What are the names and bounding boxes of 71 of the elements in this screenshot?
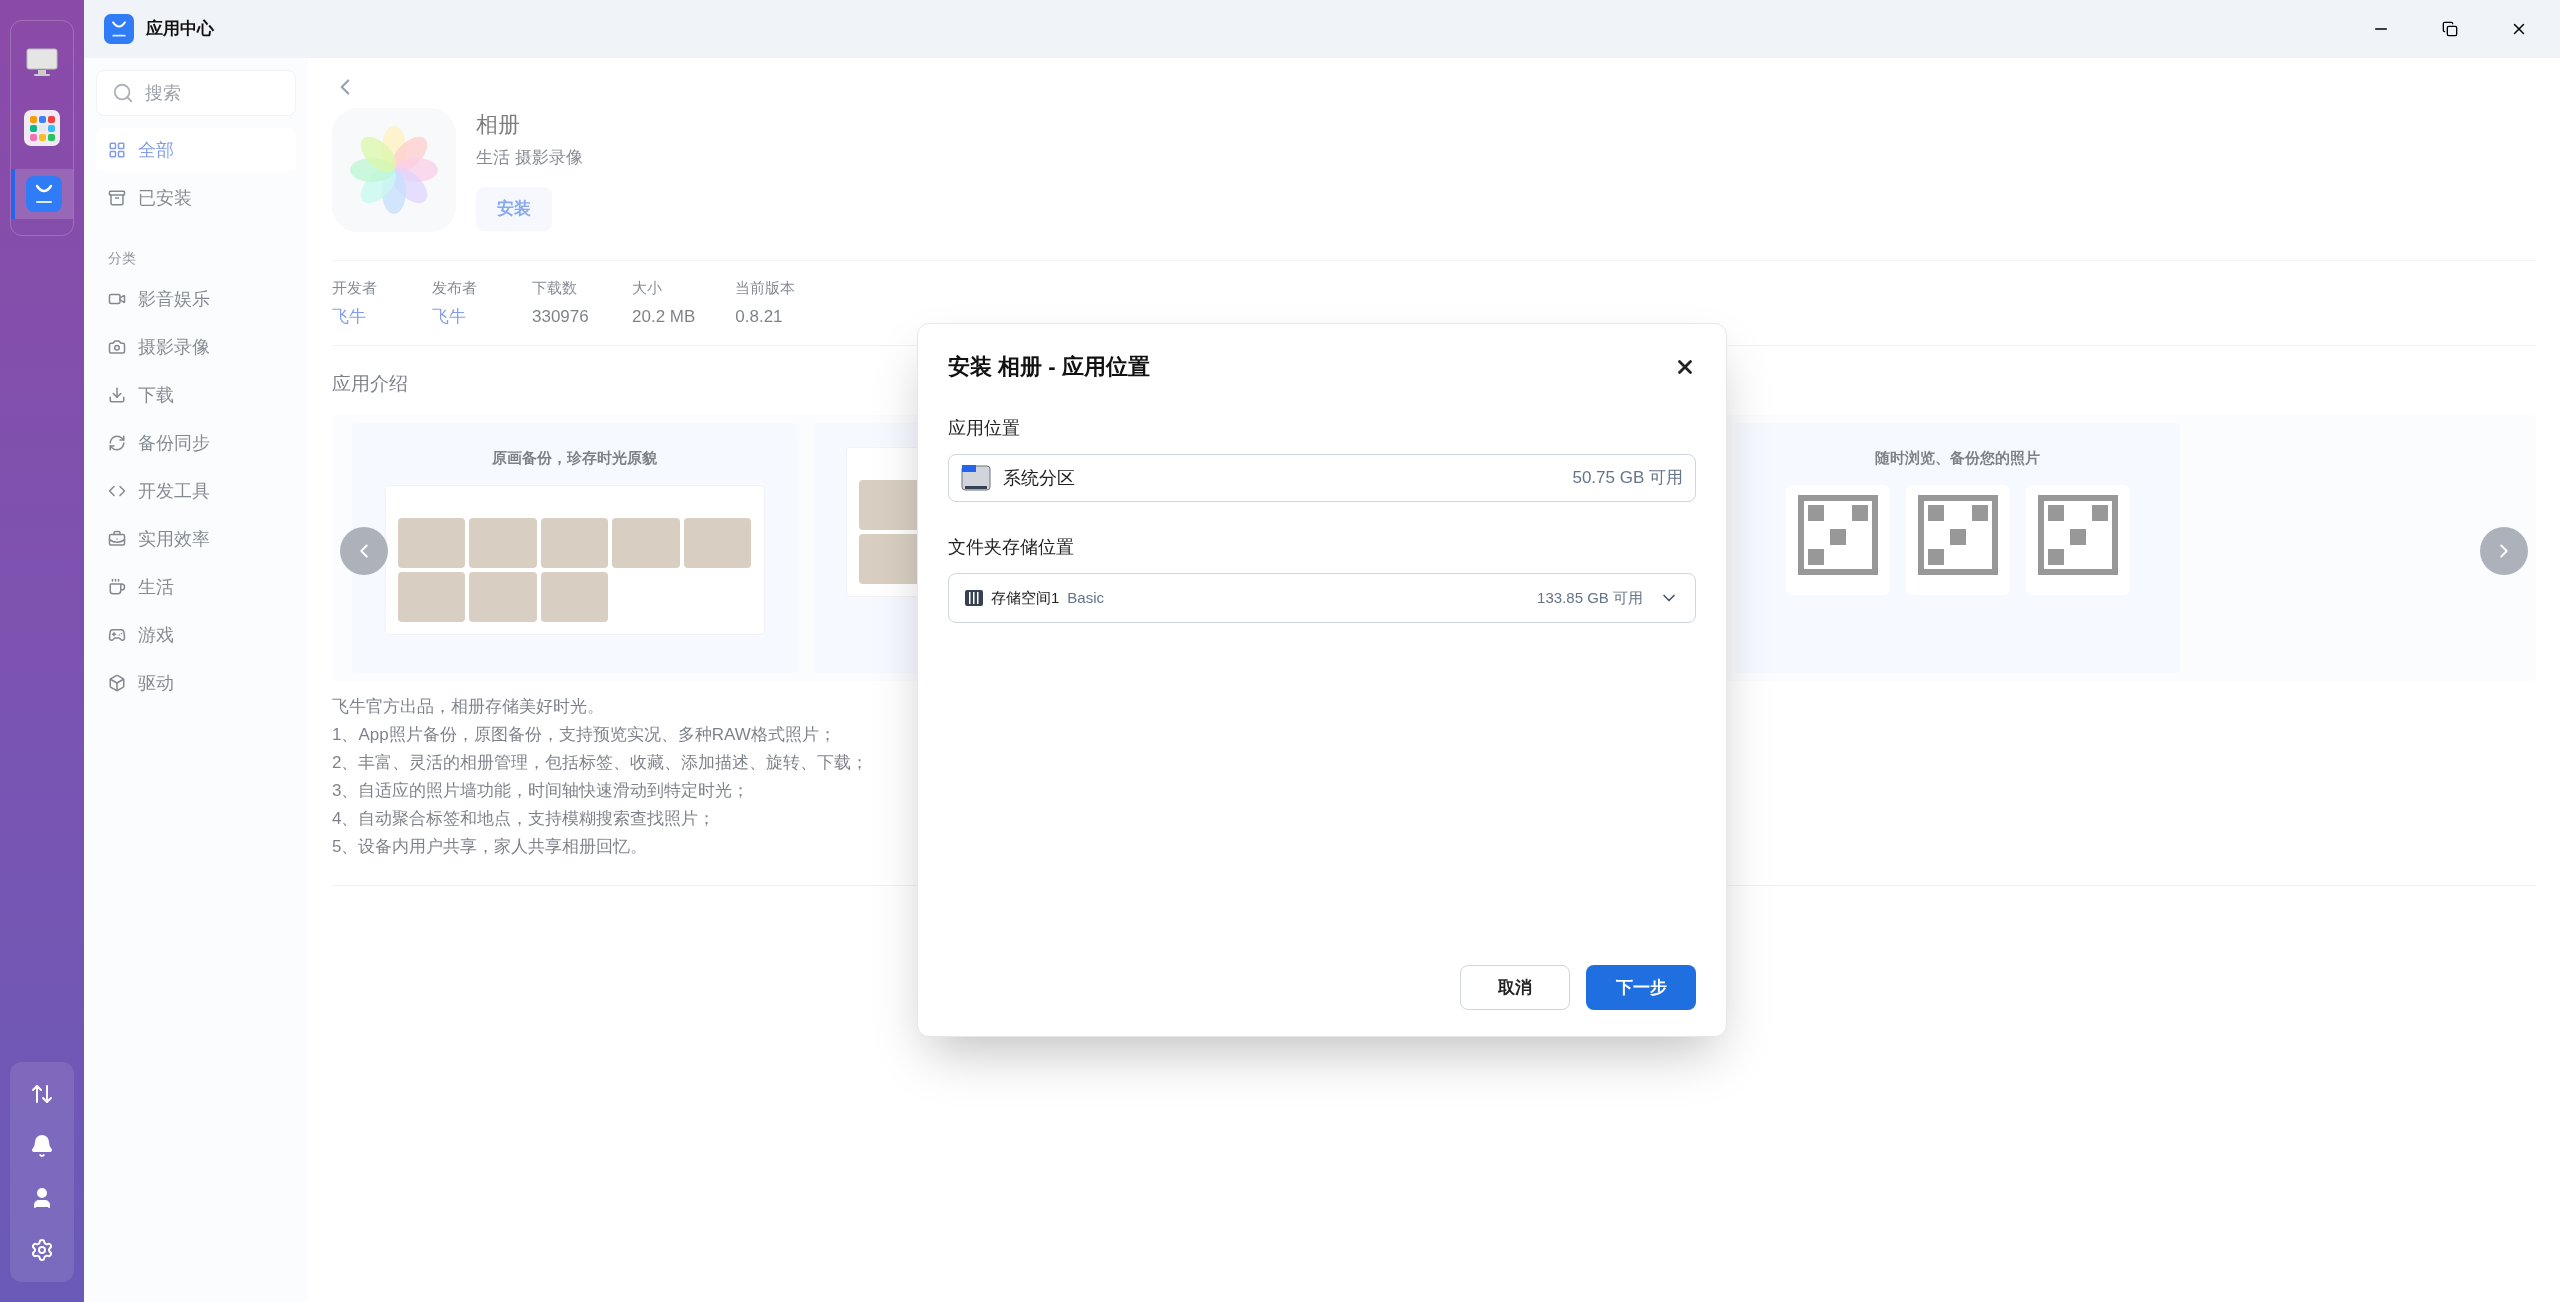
app-location-field[interactable]: 系统分区 50.75 GB 可用	[948, 454, 1696, 502]
category-icon	[108, 674, 126, 692]
field-label: 应用位置	[948, 417, 1021, 440]
ssd-drive-icon	[961, 464, 991, 492]
screenshot-heading: 原画备份，珍存时光原貌	[492, 447, 657, 468]
sidebar-item[interactable]: 全部	[96, 128, 296, 172]
stat-value: 20.2 MB	[632, 305, 696, 328]
storage-pool-icon	[965, 590, 983, 606]
category-icon	[108, 434, 126, 452]
qr-code-icon	[1785, 485, 1890, 595]
cancel-button[interactable]: 取消	[1460, 965, 1570, 1010]
category-icon	[108, 386, 126, 404]
description-line: 1、App照片备份，原图备份，支持预览实况、多种RAW格式照片；	[332, 723, 836, 746]
stat-value: 0.8.21	[735, 305, 784, 328]
dialog-title: 安装 相册 - 应用位置	[948, 353, 1150, 381]
description-line: 3、自适应的照片墙功能，时间轴快速滑动到特定时光；	[332, 779, 750, 802]
sidebar-item[interactable]: 下载	[96, 373, 296, 417]
qr-code-icon	[1905, 485, 2010, 595]
sidebar-item[interactable]: 游戏	[96, 613, 296, 657]
app-tags: 生活 摄影录像	[476, 145, 583, 171]
category-icon	[108, 338, 126, 356]
app-name: 相册	[476, 111, 521, 139]
free-space: 50.75 GB 可用	[1572, 467, 1683, 490]
category-icon	[108, 578, 126, 596]
install-button[interactable]: 安装	[476, 186, 552, 231]
storage-select[interactable]: 存储空间1 Basic 133.85 GB 可用	[948, 573, 1696, 623]
store-bag-icon	[104, 14, 134, 44]
dock-app-icon[interactable]	[11, 169, 73, 219]
category-icon	[108, 530, 126, 548]
qr-code-icon	[2025, 485, 2130, 595]
search-field[interactable]: 搜索	[96, 70, 296, 116]
sidebar-item[interactable]: 开发工具	[96, 469, 296, 513]
volume-name: 存储空间1	[991, 587, 1060, 608]
stat-value: 330976	[532, 305, 590, 328]
category-icon	[108, 626, 126, 644]
stat-label: 当前版本	[735, 278, 796, 298]
sidebar-item[interactable]: 备份同步	[96, 421, 296, 465]
next-button[interactable]: 下一步	[1586, 965, 1696, 1010]
sidebar-item[interactable]: 摄影录像	[96, 325, 296, 369]
sidebar-item[interactable]: 影音娱乐	[96, 277, 296, 321]
stat-link[interactable]: 飞牛	[432, 303, 492, 329]
description-line: 5、设备内用户共享，家人共享相册回忆。	[332, 835, 648, 858]
free-space: 133.85 GB 可用	[1537, 587, 1643, 608]
category-icon	[108, 189, 126, 207]
window-title: 应用中心	[146, 18, 214, 41]
field-label: 文件夹存储位置	[948, 536, 1075, 559]
sidebar-item[interactable]: 驱动	[96, 661, 296, 705]
section-title: 应用介绍	[332, 372, 408, 396]
search-icon	[112, 82, 134, 104]
category-icon	[108, 141, 126, 159]
sidebar-item[interactable]: 生活	[96, 565, 296, 609]
stat-label: 大小	[632, 278, 663, 298]
sidebar-item[interactable]: 实用效率	[96, 517, 296, 561]
notification-icon[interactable]	[30, 1134, 54, 1158]
sidebar-item[interactable]: 已安装	[96, 176, 296, 220]
description-line: 飞牛官方出品，相册存储美好时光。	[332, 695, 604, 718]
description-line: 2、丰富、灵活的相册管理，包括标签、收藏、添加描述、旋转、下载；	[332, 751, 869, 774]
restore-icon[interactable]	[2442, 21, 2458, 37]
section-label: 分类	[107, 249, 137, 268]
transfer-icon[interactable]	[30, 1082, 54, 1106]
volume-tag: Basic	[1067, 586, 1105, 610]
flower-app-icon	[332, 108, 456, 232]
store-bag-icon	[26, 176, 62, 212]
stat-link[interactable]: 飞牛	[332, 303, 392, 329]
stat-label: 发布者	[432, 278, 478, 298]
description-line: 4、自动聚合标签和地点，支持模糊搜索查找照片；	[332, 807, 716, 830]
volume-name: 系统分区	[1003, 466, 1075, 490]
stat-label: 开发者	[332, 278, 378, 298]
screenshot-heading: 随时浏览、备份您的照片	[1875, 447, 2040, 468]
stat-label: 下载数	[532, 278, 578, 298]
settings-icon[interactable]	[30, 1238, 54, 1262]
